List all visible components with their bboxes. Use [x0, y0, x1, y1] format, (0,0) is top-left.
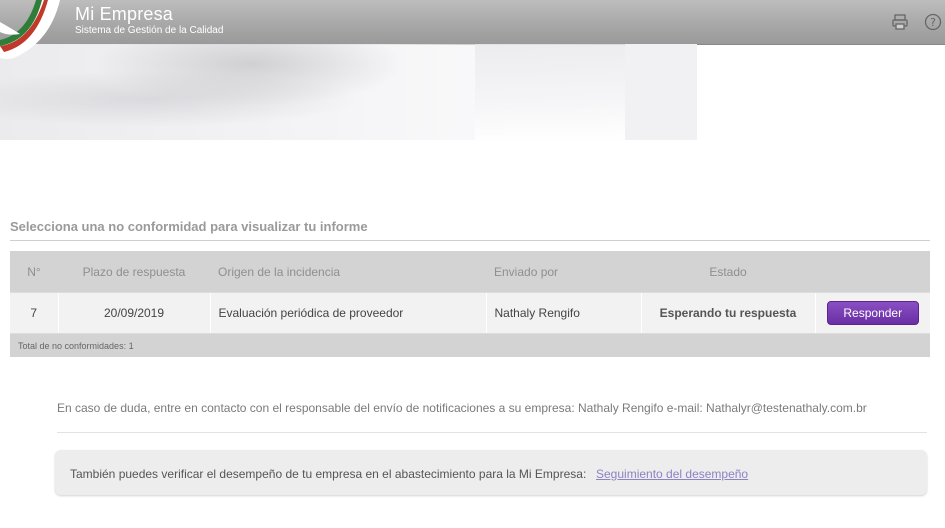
info-divider: [57, 432, 927, 433]
section-title: Selecciona una no conformidad para visua…: [10, 219, 368, 234]
cell-status: Esperando tu respuesta: [640, 292, 815, 334]
col-header-sent-by: Enviado por: [486, 251, 641, 293]
svg-text:?: ?: [930, 16, 936, 29]
cell-number: 7: [10, 292, 58, 334]
performance-link[interactable]: Seguimiento del desempeño: [596, 467, 748, 481]
cell-deadline: 20/09/2019: [57, 292, 210, 334]
respond-button[interactable]: Responder: [826, 301, 919, 325]
col-header-deadline: Plazo de respuesta: [58, 251, 210, 293]
top-header-bar: Mi Empresa Sistema de Gestión de la Cali…: [0, 0, 945, 45]
col-header-action: [815, 251, 930, 293]
nonconformity-table: N° Plazo de respuesta Origen de la incid…: [10, 251, 930, 357]
cell-action: Responder: [814, 292, 930, 334]
table-row[interactable]: 7 20/09/2019 Evaluación periódica de pro…: [10, 292, 930, 334]
printer-icon[interactable]: [890, 12, 910, 32]
banner-panel-2: [625, 44, 697, 140]
contact-info: En caso de duda, entre en contacto con e…: [57, 401, 867, 415]
table-header-row: N° Plazo de respuesta Origen de la incid…: [10, 251, 930, 293]
table-total-count: Total de no conformidades: 1: [10, 333, 930, 357]
section-divider: [10, 240, 930, 241]
table-footer-row: Total de no conformidades: 1: [10, 333, 930, 357]
col-header-status: Estado: [641, 251, 815, 293]
col-header-origin: Origen de la incidencia: [210, 251, 486, 293]
cell-origin: Evaluación periódica de proveedor: [209, 292, 486, 334]
performance-box: También puedes verificar el desempeño de…: [55, 450, 927, 495]
performance-text: También puedes verificar el desempeño de…: [70, 467, 587, 481]
cell-sent-by: Nathaly Rengifo: [485, 292, 641, 334]
logo-icon: [0, 0, 60, 59]
help-circle-icon[interactable]: ?: [923, 12, 943, 32]
app-subtitle: Sistema de Gestión de la Calidad: [75, 25, 224, 36]
col-header-number: N°: [10, 251, 58, 293]
app-title: Mi Empresa: [75, 4, 174, 24]
